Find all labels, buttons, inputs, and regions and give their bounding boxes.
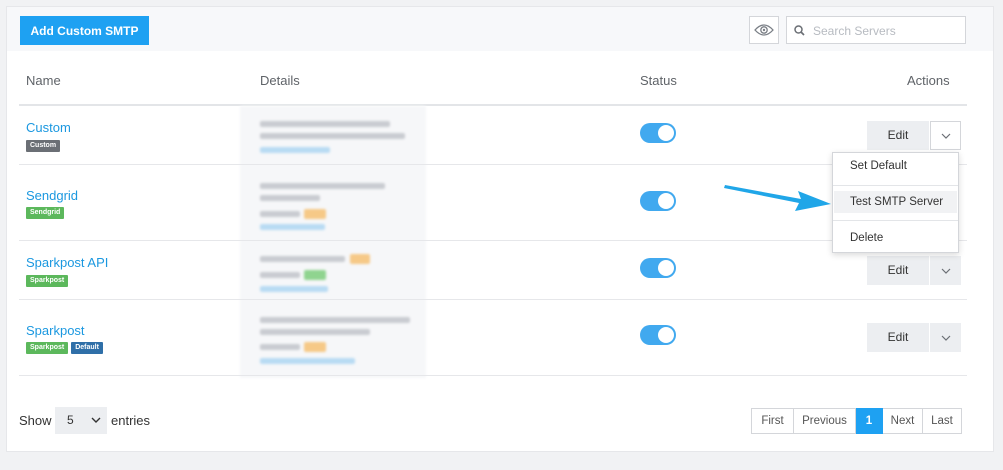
- arrow-icon: [724, 185, 831, 211]
- chevron-down-icon: [941, 268, 950, 274]
- column-header-actions: Actions: [907, 73, 950, 88]
- menu-divider: [833, 185, 958, 186]
- toggle-columns-button[interactable]: [749, 16, 779, 44]
- pagination-last-button[interactable]: Last: [923, 408, 962, 434]
- menu-item-set-default[interactable]: Set Default: [834, 155, 957, 177]
- status-toggle[interactable]: [640, 258, 676, 278]
- server-name-link[interactable]: Sparkpost: [26, 323, 85, 338]
- row-divider: [19, 299, 967, 300]
- chevron-down-icon: [91, 417, 101, 423]
- entries-label: entries: [111, 413, 151, 428]
- server-name-link[interactable]: Sendgrid: [26, 188, 78, 203]
- edit-button[interactable]: Edit: [867, 323, 929, 352]
- entries-per-page-select[interactable]: 5: [55, 407, 107, 434]
- menu-divider: [833, 220, 958, 221]
- column-header-name: Name: [26, 73, 61, 88]
- eye-icon: [754, 24, 774, 36]
- type-badge: Sparkpost: [26, 275, 69, 287]
- status-toggle[interactable]: [640, 123, 676, 143]
- search-input[interactable]: [811, 20, 965, 42]
- chevron-down-icon: [941, 335, 950, 341]
- row-divider: [19, 375, 967, 376]
- entries-value: 5: [67, 413, 74, 427]
- search-box[interactable]: [786, 16, 966, 44]
- pagination: First Previous 1 Next Last: [751, 408, 962, 434]
- actions-dropdown-button[interactable]: [930, 256, 961, 285]
- pagination-first-button[interactable]: First: [751, 408, 794, 434]
- menu-item-test-smtp-server[interactable]: Test SMTP Server: [834, 191, 957, 213]
- actions-dropdown-menu: Set Default Test SMTP Server Delete: [832, 152, 959, 253]
- pagination-page-1-button[interactable]: 1: [856, 408, 883, 434]
- status-toggle[interactable]: [640, 191, 676, 211]
- actions-dropdown-button[interactable]: [930, 121, 961, 150]
- search-icon: [794, 25, 805, 36]
- column-header-details: Details: [260, 73, 300, 88]
- column-header-status: Status: [640, 73, 677, 88]
- smtp-servers-panel: Add Custom SMTP Name Details Status Acti…: [6, 6, 994, 452]
- pagination-next-button[interactable]: Next: [883, 408, 923, 434]
- header-divider: [19, 104, 967, 106]
- type-badge: Sparkpost: [26, 342, 69, 354]
- status-toggle[interactable]: [640, 325, 676, 345]
- add-custom-smtp-button[interactable]: Add Custom SMTP: [20, 16, 149, 45]
- edit-button[interactable]: Edit: [867, 121, 929, 150]
- row-divider: [19, 164, 967, 165]
- chevron-down-icon: [941, 133, 950, 139]
- edit-button[interactable]: Edit: [867, 256, 929, 285]
- row-divider: [19, 240, 967, 241]
- show-label: Show: [19, 413, 52, 428]
- default-badge: Default: [71, 342, 103, 354]
- type-badge: Custom: [26, 140, 61, 152]
- type-badge: Sendgrid: [26, 207, 65, 219]
- server-name-link[interactable]: Custom: [26, 120, 71, 135]
- details-column-blurred: [240, 106, 426, 378]
- menu-item-delete[interactable]: Delete: [834, 227, 957, 249]
- pagination-previous-button[interactable]: Previous: [794, 408, 856, 434]
- server-name-link[interactable]: Sparkpost API: [26, 255, 108, 270]
- actions-dropdown-button[interactable]: [930, 323, 961, 352]
- toolbar: Add Custom SMTP: [7, 7, 993, 51]
